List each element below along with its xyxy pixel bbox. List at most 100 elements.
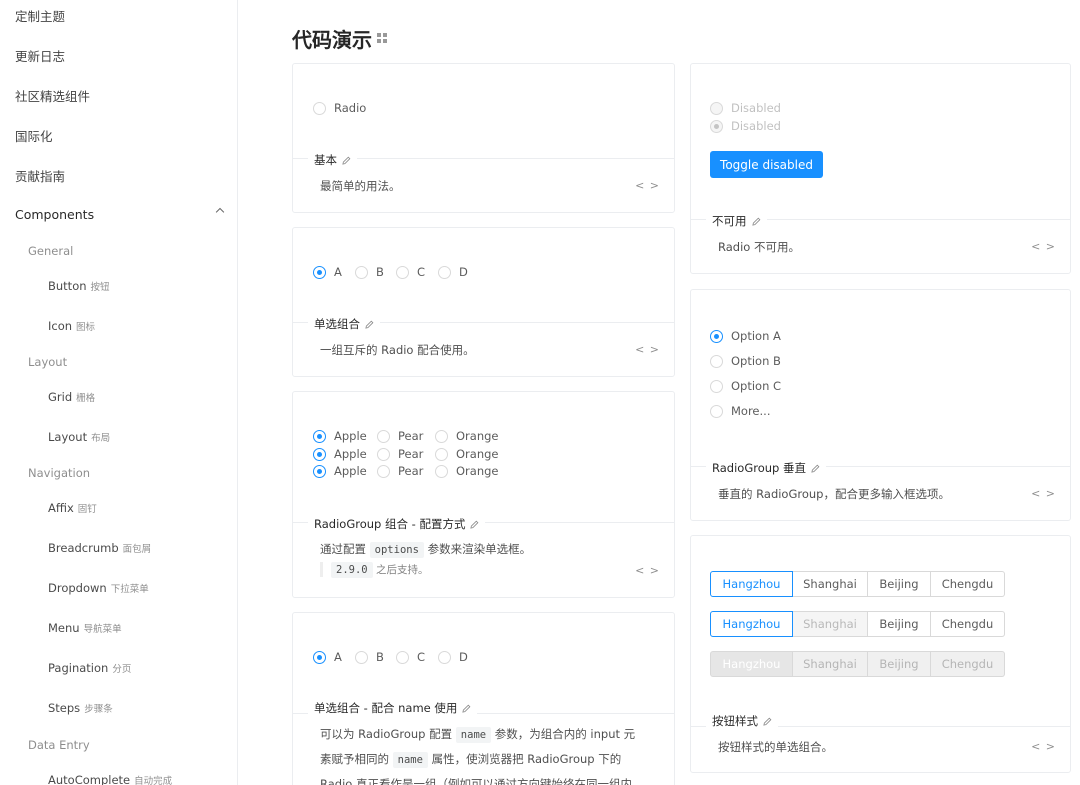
radio-option[interactable]: Apple [313,429,367,443]
demo-description: 可以为 RadioGroup 配置 name 参数，为组合内的 input 元 … [320,727,636,785]
radio-button-beijing[interactable]: Beijing [868,571,931,597]
group-data-entry: Data Entry [28,738,90,752]
page-title: 代码演示 [292,28,372,52]
radio-option[interactable]: B [355,650,384,664]
radio-button-chengdu[interactable]: Chengdu [931,651,1005,677]
sidebar-components-submenu[interactable]: Components [15,207,225,222]
radio-option[interactable]: Pear [377,464,423,478]
radio-option[interactable]: Orange [435,429,499,443]
edit-icon[interactable] [811,464,820,473]
demo-card-button-style: Hangzhou Shanghai Beijing Chengdu Hangzh… [690,535,1071,773]
edit-icon[interactable] [751,217,761,226]
radio-option[interactable]: More... [710,404,770,418]
sidebar-item-contribute[interactable]: 贡献指南 [15,166,65,185]
demo-description: 一组互斥的 Radio 配合使用。 [320,343,475,357]
radio-button-group: Hangzhou Shanghai Beijing Chengdu [710,611,1005,637]
demo-description: 最简单的用法。 [320,179,401,193]
code-expand-icon[interactable]: < > [635,343,660,356]
radio-option[interactable]: Orange [435,447,499,461]
sidebar-item-affix[interactable]: Affix 固钉 [48,501,97,515]
toggle-disabled-button[interactable]: Toggle disabled [710,151,823,178]
radio-button-shanghai[interactable]: Shanghai [793,651,868,677]
code-expand-icon[interactable]: < > [635,179,660,192]
demo-description: Radio 不可用。 [718,240,800,254]
radio-button-group: Hangzhou Shanghai Beijing Chengdu [710,571,1005,597]
radio-option[interactable]: Option B [710,354,781,368]
code-expand-icon[interactable]: < > [1031,487,1056,500]
sidebar-item-grid[interactable]: Grid 栅格 [48,390,95,404]
radio-option[interactable]: A [313,650,342,664]
sidebar-item-theme[interactable]: 定制主题 [15,6,65,25]
radio-button-chengdu[interactable]: Chengdu [931,611,1005,637]
sidebar-item-pagination[interactable]: Pagination 分页 [48,661,131,675]
demo-card-name-group: A B C D 单选组合 - 配合 name 使用 可以为 RadioGroup… [292,612,675,785]
radio-disabled[interactable]: Disabled [710,101,781,115]
sidebar-item-button[interactable]: Button 按钮 [48,279,110,293]
demo-card-basic: Radio 基本 最简单的用法。 < > [292,63,675,213]
demo-card-vertical: Option A Option B Option C More... Radio… [690,289,1071,521]
demo-description: 通过配置 options 参数来渲染单选框。 [320,542,532,558]
radio-option[interactable]: D [438,265,468,279]
edit-icon[interactable] [763,717,772,726]
demo-title: 基本 [308,152,357,168]
components-label: Components [15,207,95,222]
radio-button-beijing[interactable]: Beijing [868,611,931,637]
radio-basic[interactable]: Radio [313,101,366,115]
radio-option[interactable]: C [396,650,425,664]
radio-button-hangzhou[interactable]: Hangzhou [710,651,793,677]
demo-title: 不可用 [706,213,767,229]
radio-button-group-disabled: Hangzhou Shanghai Beijing Chengdu [710,651,1005,677]
demo-title: RadioGroup 组合 - 配置方式 [308,516,486,532]
sidebar: 定制主题 更新日志 社区精选组件 国际化 贡献指南 Components Gen… [0,0,238,785]
radio-button-hangzhou[interactable]: Hangzhou [710,611,793,637]
radio-option[interactable]: Orange [435,464,499,478]
sidebar-item-changelog[interactable]: 更新日志 [15,46,65,65]
sidebar-item-menu[interactable]: Menu 导航菜单 [48,621,122,635]
sidebar-item-i18n[interactable]: 国际化 [15,126,53,145]
radio-option[interactable]: B [355,265,384,279]
demo-card-disabled: Disabled Disabled Toggle disabled 不可用 Ra… [690,63,1071,274]
radio-disabled-checked[interactable]: Disabled [710,119,781,133]
radio-button-hangzhou[interactable]: Hangzhou [710,571,793,597]
edit-icon[interactable] [462,704,471,713]
radio-option[interactable]: Option C [710,379,781,393]
radio-button-chengdu[interactable]: Chengdu [931,571,1005,597]
radio-button-shanghai[interactable]: Shanghai [793,611,868,637]
radio-button-shanghai[interactable]: Shanghai [793,571,868,597]
edit-icon[interactable] [470,520,479,529]
grid-icon[interactable] [377,33,387,43]
radio-label: Radio [334,101,367,115]
group-general: General [28,244,74,258]
demo-title: 按钮样式 [706,713,778,729]
radio-option[interactable]: A [313,265,342,279]
code-expand-icon[interactable]: < > [635,564,660,577]
sidebar-item-icon[interactable]: Icon 图标 [48,319,95,333]
version-note: 2.9.0 之后支持。 [320,562,428,578]
sidebar-item-layout[interactable]: Layout 布局 [48,430,110,444]
code-expand-icon[interactable]: < > [1031,740,1056,753]
edit-icon[interactable] [365,320,374,329]
demo-title: 单选组合 - 配合 name 使用 [308,700,478,716]
demo-card-group: A B C D 单选组合 一组互斥的 Radio 配合使用。 < > [292,227,675,377]
demo-title: 单选组合 [308,316,380,332]
group-navigation: Navigation [28,466,91,480]
radio-option[interactable]: Apple [313,464,367,478]
radio-option[interactable]: D [438,650,468,664]
sidebar-item-steps[interactable]: Steps 步骤条 [48,701,113,715]
radio-option[interactable]: C [396,265,425,279]
code-expand-icon[interactable]: < > [1031,240,1056,253]
radio-option[interactable]: Apple [313,447,367,461]
radio-option[interactable]: Pear [377,447,423,461]
edit-icon[interactable] [342,156,351,165]
radio-option[interactable]: Option A [710,329,781,343]
sidebar-item-breadcrumb[interactable]: Breadcrumb 面包屑 [48,541,151,555]
inline-code: options [369,542,424,558]
sidebar-item-dropdown[interactable]: Dropdown 下拉菜单 [48,581,149,595]
radio-dot [313,101,326,115]
sidebar-item-community[interactable]: 社区精选组件 [15,86,90,105]
demo-title: RadioGroup 垂直 [706,460,826,476]
radio-button-beijing[interactable]: Beijing [868,651,931,677]
sidebar-item-autocomplete[interactable]: AutoComplete 自动完成 [48,773,172,785]
demo-description: 按钮样式的单选组合。 [718,740,833,754]
radio-option[interactable]: Pear [377,429,423,443]
